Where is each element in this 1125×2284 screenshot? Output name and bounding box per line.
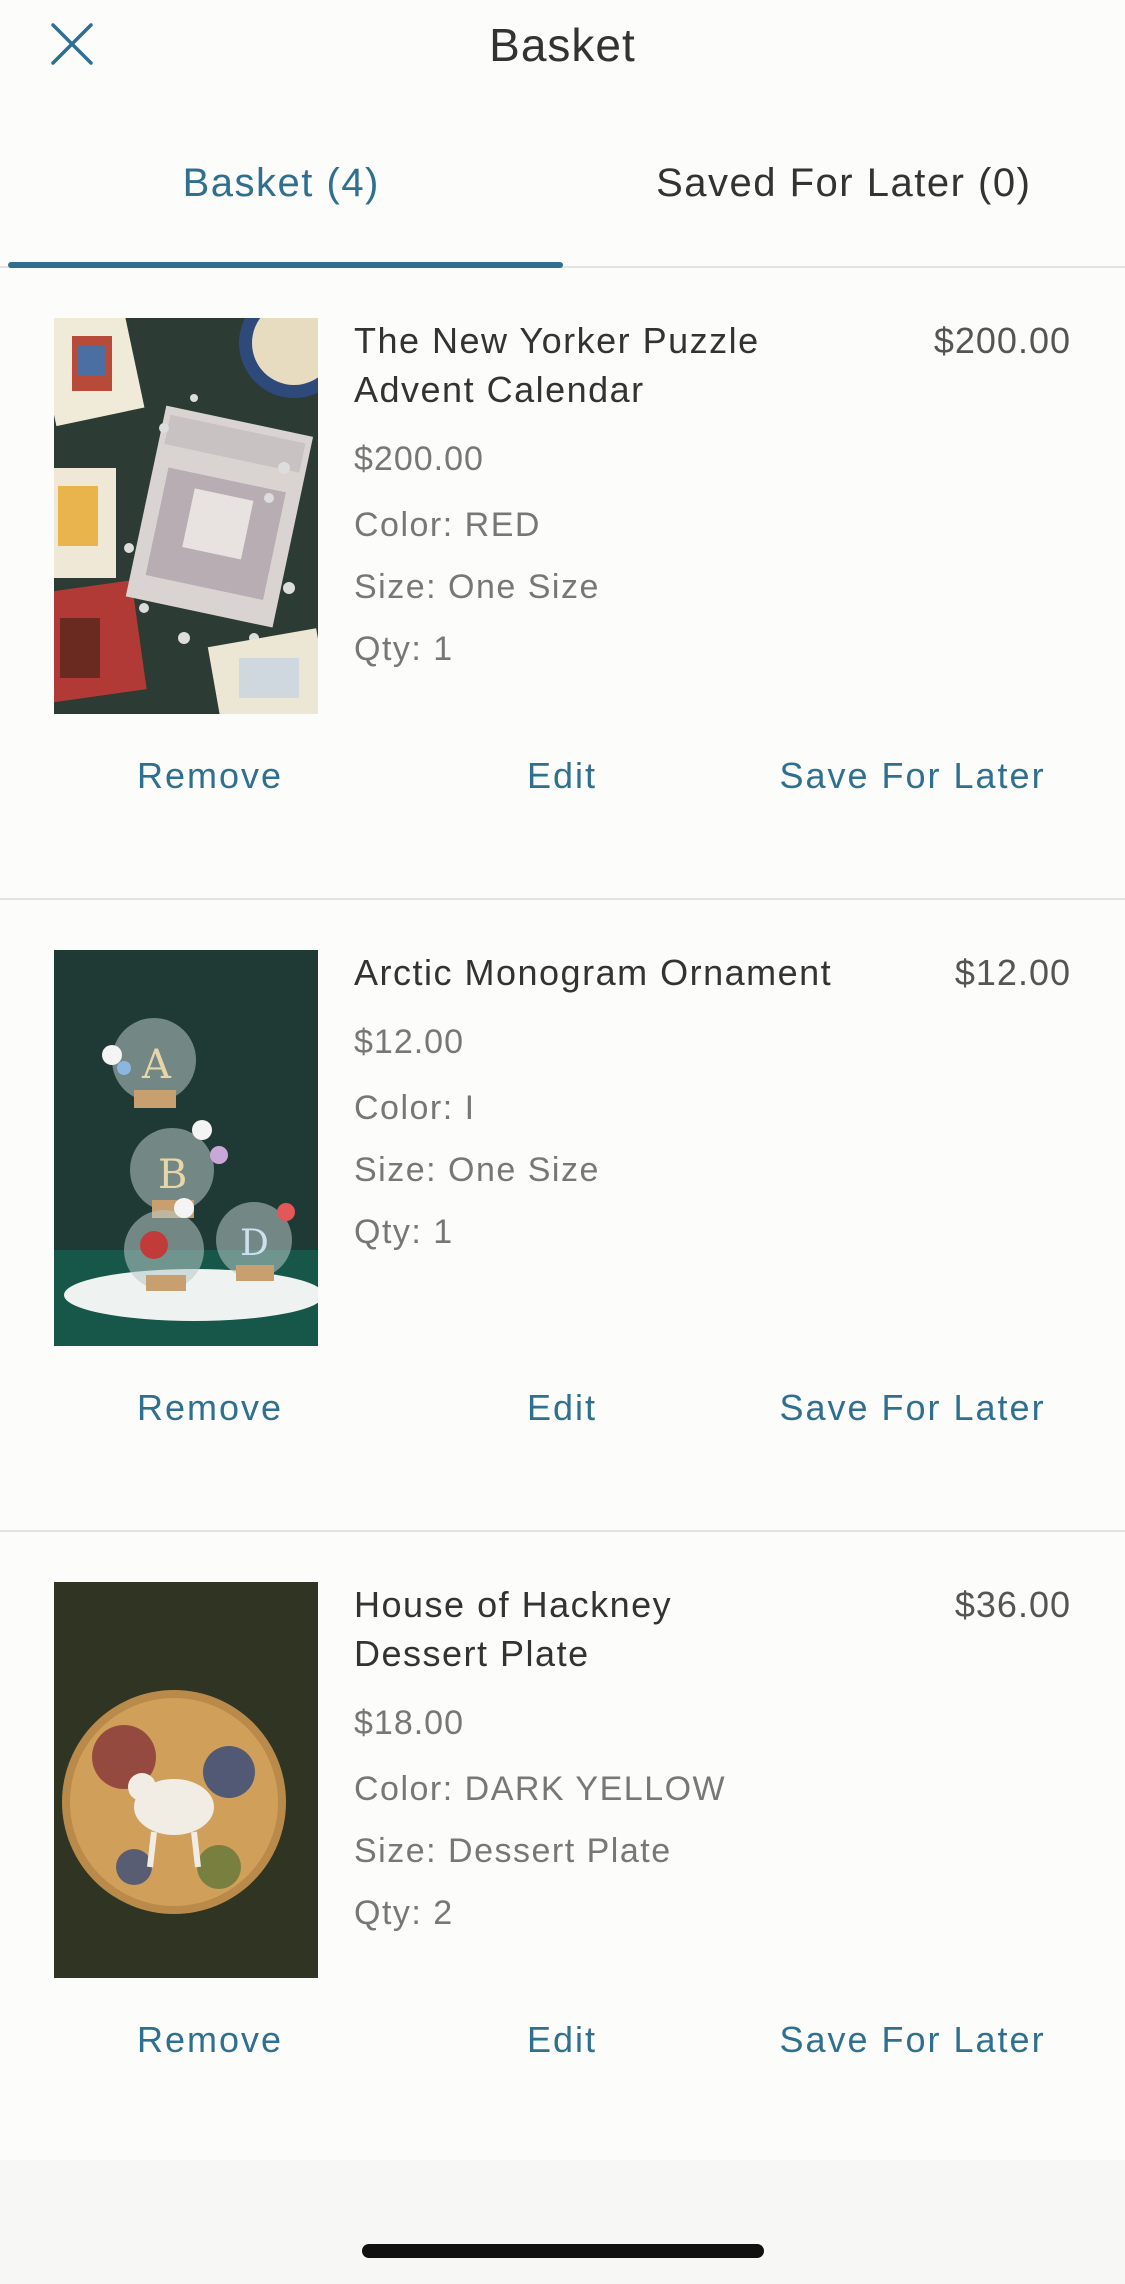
- header: Basket: [0, 0, 1125, 120]
- basket-item: House of Hackney Dessert Plate $18.00 Co…: [0, 1532, 1125, 2164]
- tab-saved-for-later[interactable]: Saved For Later (0): [563, 120, 1125, 266]
- item-actions: Remove Edit Save For Later: [0, 1940, 1125, 2140]
- basket-item: The New Yorker Puzzle Advent Calendar $2…: [0, 268, 1125, 900]
- remove-button[interactable]: Remove: [110, 676, 310, 876]
- item-unit-price: $200.00: [354, 440, 484, 478]
- svg-text:B: B: [158, 1152, 187, 1198]
- edit-button[interactable]: Edit: [492, 676, 632, 876]
- product-image-arctic-monogram-ornament[interactable]: A B D: [54, 950, 318, 1346]
- item-unit-price: $18.00: [354, 1704, 464, 1742]
- item-size: Size: Dessert Plate: [354, 1832, 672, 1870]
- remove-button[interactable]: Remove: [110, 1308, 310, 1508]
- save-for-later-button[interactable]: Save For Later: [770, 1308, 1055, 1508]
- basket-item: A B D Arctic Monogram Ornament $12.00 Co…: [0, 900, 1125, 1532]
- svg-text:D: D: [240, 1223, 269, 1264]
- tab-bar: Basket (4) Saved For Later (0): [0, 120, 1125, 268]
- item-actions: Remove Edit Save For Later: [0, 676, 1125, 876]
- home-indicator[interactable]: [362, 2244, 764, 2258]
- item-name[interactable]: House of Hackney: [354, 1580, 874, 1629]
- item-size: Size: One Size: [354, 568, 600, 606]
- item-info: The New Yorker Puzzle Advent Calendar $2…: [354, 316, 874, 680]
- item-qty: Qty: 2: [354, 1894, 454, 1932]
- edit-button[interactable]: Edit: [492, 1308, 632, 1508]
- item-color: Color: I: [354, 1089, 476, 1127]
- save-for-later-button[interactable]: Save For Later: [770, 676, 1055, 876]
- item-name-cont[interactable]: Dessert Plate: [354, 1629, 874, 1678]
- svg-text:A: A: [141, 1042, 172, 1088]
- item-actions: Remove Edit Save For Later: [0, 1308, 1125, 1508]
- edit-button[interactable]: Edit: [492, 1940, 632, 2140]
- item-color: Color: DARK YELLOW: [354, 1770, 727, 1808]
- product-image-dessert-plate[interactable]: [54, 1582, 318, 1978]
- item-total-price: $200.00: [933, 320, 1071, 361]
- item-name[interactable]: The New Yorker Puzzle: [354, 316, 874, 365]
- item-total-price: $12.00: [954, 952, 1071, 993]
- remove-button[interactable]: Remove: [110, 1940, 310, 2140]
- item-color: Color: RED: [354, 506, 541, 544]
- tab-basket[interactable]: Basket (4): [0, 120, 563, 268]
- footer: [0, 2160, 1125, 2284]
- item-info: Arctic Monogram Ornament $12.00 Color: I…: [354, 948, 874, 1263]
- save-for-later-button[interactable]: Save For Later: [770, 1940, 1055, 2140]
- item-size: Size: One Size: [354, 1151, 600, 1189]
- product-image-puzzle-advent-calendar[interactable]: [54, 318, 318, 714]
- item-total-price: $36.00: [954, 1584, 1071, 1625]
- item-qty: Qty: 1: [354, 630, 454, 668]
- page-title: Basket: [489, 19, 636, 71]
- item-info: House of Hackney Dessert Plate $18.00 Co…: [354, 1580, 874, 1944]
- item-unit-price: $12.00: [354, 1023, 464, 1061]
- item-name[interactable]: Arctic Monogram Ornament: [354, 948, 874, 997]
- item-qty: Qty: 1: [354, 1213, 454, 1251]
- item-name-cont[interactable]: Advent Calendar: [354, 365, 874, 414]
